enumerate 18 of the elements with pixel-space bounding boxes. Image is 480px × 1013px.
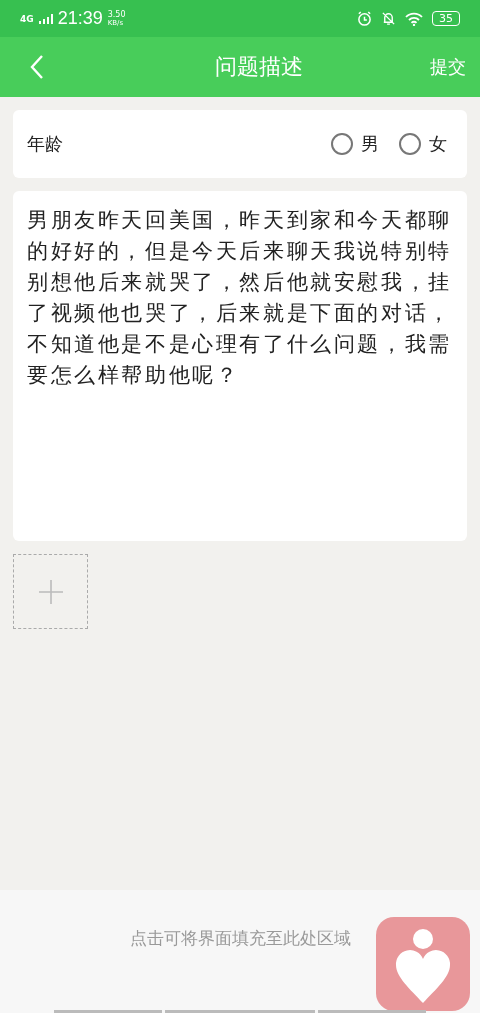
gender-radio[interactable]: 女: [399, 132, 447, 156]
heart-app-icon[interactable]: [376, 917, 470, 1011]
description-text: 男朋友昨天回美国，昨天到家和今天都聊的好好的，但是今天后来聊天我说特别特别想他后来就哭了，然后他就安慰我，挂了视频他也哭了，后来就是下面的对话，不知道他是不是心理有了什么问题，我需要怎么样帮助他呢？: [27, 207, 453, 389]
network-label: 4G: [20, 13, 34, 24]
gender-radio[interactable]: 男: [331, 132, 379, 156]
age-label: 年龄: [27, 132, 63, 156]
muted-bell-icon: [381, 11, 396, 26]
signal-icon: [38, 13, 53, 24]
page-title: 问题描述: [215, 53, 303, 81]
alarm-icon: [357, 11, 372, 26]
description-field[interactable]: 男朋友昨天回美国，昨天到家和今天都聊的好好的，但是今天后来聊天我说特别特别想他后来就哭了，然后他就安慰我，挂了视频他也哭了，后来就是下面的对话，不知道他是不是心理有了什么问题，我需要怎么样帮助他呢？: [13, 191, 467, 541]
back-button[interactable]: [30, 54, 44, 80]
battery-indicator: 35: [432, 11, 460, 26]
clock-time: 21:39: [57, 8, 103, 29]
plus-icon: [38, 579, 63, 604]
add-image-button[interactable]: [13, 554, 88, 629]
wifi-icon: [405, 11, 423, 26]
back-icon: [30, 54, 44, 80]
